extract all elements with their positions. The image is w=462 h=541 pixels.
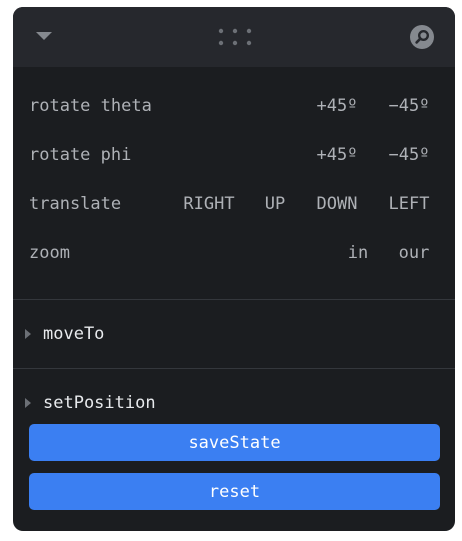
zoom-out-button[interactable]: our [399,243,430,263]
translate-up-button[interactable]: UP [265,194,285,214]
translate-right-button[interactable]: RIGHT [183,194,234,214]
triangle-right-icon [25,398,31,408]
rotate-theta-minus-button[interactable]: −45º [389,96,430,116]
rotate-theta-row: rotate theta +45º −45º [13,81,455,130]
drag-handle-icon[interactable] [217,27,253,47]
rotate-theta-plus-button[interactable]: +45º [317,96,358,116]
controls-list: rotate theta +45º −45º rotate phi +45º −… [13,67,455,277]
rotate-phi-minus-button[interactable]: −45º [389,145,430,165]
rotate-phi-plus-button[interactable]: +45º [317,145,358,165]
translate-left-button[interactable]: LEFT [389,194,430,214]
zoom-row: zoom in our [13,228,455,277]
save-state-button[interactable]: saveState [29,424,440,461]
set-position-folder-title: setPosition [43,393,156,413]
gui-panel: rotate theta +45º −45º rotate phi +45º −… [13,7,455,531]
rotate-phi-row: rotate phi +45º −45º [13,130,455,179]
rotate-phi-label: rotate phi [29,144,132,165]
translate-row: translate RIGHT UP DOWN LEFT [13,179,455,228]
reset-button[interactable]: reset [29,473,440,510]
triangle-right-icon [25,329,31,339]
translate-label: translate [29,193,122,214]
zoom-label: zoom [29,242,70,263]
set-position-folder[interactable]: setPosition [13,378,455,428]
zoom-in-button[interactable]: in [348,243,368,263]
caret-down-icon[interactable] [36,32,52,40]
rotate-theta-label: rotate theta [29,95,152,116]
search-icon[interactable] [409,24,435,50]
panel-header [13,7,455,67]
move-to-folder[interactable]: moveTo [13,309,455,359]
translate-down-button[interactable]: DOWN [317,194,358,214]
move-to-folder-title: moveTo [43,324,105,344]
